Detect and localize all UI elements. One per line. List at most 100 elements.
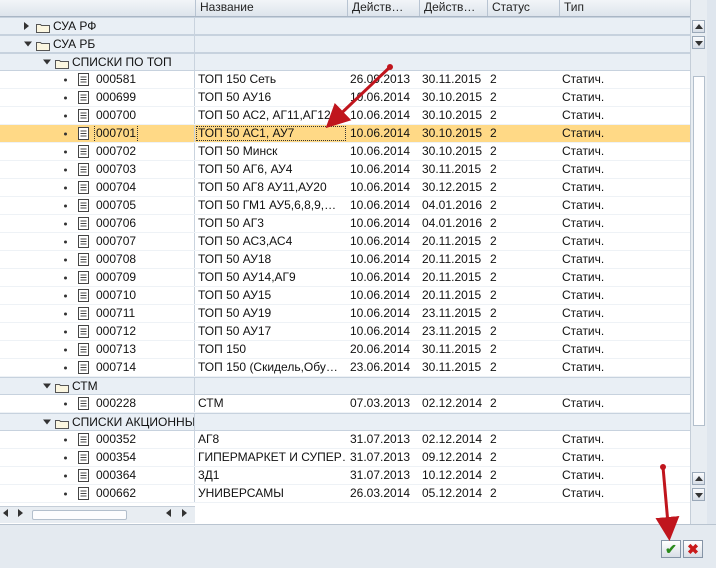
list-item[interactable]: 000709 ТОП 50 АУ14,АГ9 10.06.2014 20.11.201… [0,269,690,287]
valid-from: 10.06.2014 [350,234,411,248]
item-status: 2 [490,180,497,194]
scroll-left-end-icon[interactable] [166,509,171,517]
item-id[interactable]: 000707 [95,233,137,250]
item-id[interactable]: 000712 [95,323,137,340]
valid-from: 20.06.2014 [350,342,411,356]
scroll-up-button[interactable] [692,20,705,33]
list-item[interactable]: 000712 ТОП 50 АУ17 10.06.2014 23.11.2015 2 Ст… [0,323,690,341]
item-status: 2 [490,450,497,464]
scroll-left-icon[interactable] [3,509,8,517]
item-id[interactable]: 000704 [95,179,137,196]
list-item[interactable]: 000364 3Д1 31.07.2013 10.12.2014 2 Статич. [0,467,690,485]
column-header-valid-to[interactable]: Действ… [419,0,487,16]
item-id[interactable]: 000705 [95,197,137,214]
column-header-name[interactable]: Название [195,0,347,16]
bullet-icon [64,402,67,405]
item-id[interactable]: 000713 [95,341,137,358]
list-item[interactable]: 000354 ГИПЕРМАРКЕТ И СУПЕР… 31.07.2013 09.1… [0,449,690,467]
collapse-icon[interactable] [43,59,51,65]
bullet-icon [64,204,67,207]
item-id[interactable]: 000228 [95,395,137,412]
list-item[interactable]: 000710 ТОП 50 АУ15 10.06.2014 20.11.2015 2 Ст… [0,287,690,305]
list-item[interactable]: 000708 ТОП 50 АУ18 10.06.2014 20.11.2015 2 Ст… [0,251,690,269]
item-type: Статич. [562,342,605,356]
tree-cell: СПИСКИ ПО ТОП [0,54,195,70]
item-id[interactable]: 000354 [95,449,137,466]
valid-from: 10.06.2014 [350,180,411,194]
item-id[interactable]: 000702 [95,143,137,160]
item-status: 2 [490,486,497,500]
list-item[interactable]: 000705 ТОП 50 ГМ1 АУ5,6,8,9,… 10.06.2014 04… [0,197,690,215]
column-header-status[interactable]: Статус [487,0,559,16]
item-id[interactable]: 000352 [95,431,137,448]
bullet-icon [64,294,67,297]
item-id[interactable]: 000703 [95,161,137,178]
item-type: Статич. [562,144,605,158]
collapse-icon[interactable] [24,41,32,47]
folder-row-stm[interactable]: СТМ [0,377,690,395]
list-item[interactable]: 000706 ТОП 50 АГ3 10.06.2014 04.01.2016 2 Ста… [0,215,690,233]
item-id[interactable]: 000701 [93,125,139,142]
item-id[interactable]: 000711 [95,305,136,322]
scroll-down-button[interactable] [692,36,705,49]
valid-to: 04.01.2016 [422,198,483,212]
list-item[interactable]: 000707 ТОП 50 АС3,АС4 10.06.2014 20.11.2015… [0,233,690,251]
item-id[interactable]: 000709 [95,269,137,286]
folder-row-sua-rf[interactable]: СУА РФ [0,17,690,35]
expand-icon[interactable] [24,22,29,30]
item-id[interactable]: 000714 [95,359,137,376]
scroll-right-icon[interactable] [18,509,23,517]
item-name: ТОП 50 АУ14,АГ9 [198,270,296,284]
list-item[interactable]: 000714 ТОП 150 (Скидель,Обу… 23.06.2014 30.… [0,359,690,377]
confirm-button[interactable]: ✔ [661,540,681,558]
cancel-button[interactable]: ✖ [683,540,703,558]
list-item[interactable]: 000581 ТОП 150 Сеть 26.09.2013 30.11.2015 2 С… [0,71,690,89]
list-item[interactable]: 000713 ТОП 150 20.06.2014 30.11.2015 2 Статич… [0,341,690,359]
scroll-right-end-icon[interactable] [182,509,187,517]
document-icon [78,343,89,356]
folder-row-top-lists[interactable]: СПИСКИ ПО ТОП [0,53,690,71]
horizontal-scrollbar[interactable] [0,506,195,523]
bullet-icon [64,150,67,153]
list-item[interactable]: 000704 ТОП 50 АГ8 АУ11,АУ20 10.06.2014 30.1… [0,179,690,197]
tree-cell: 000709 [0,269,195,286]
vertical-scroll-thumb[interactable] [693,76,705,426]
vertical-scrollbar[interactable] [690,0,707,524]
horizontal-scroll-thumb[interactable] [32,510,127,520]
item-status: 2 [490,360,497,374]
item-id[interactable]: 000708 [95,251,137,268]
item-id[interactable]: 000710 [95,287,137,304]
valid-to: 30.11.2015 [422,360,482,374]
valid-to: 30.10.2015 [422,108,483,122]
list-item[interactable]: 000711 ТОП 50 АУ19 10.06.2014 23.11.2015 2 Ст… [0,305,690,323]
item-id[interactable]: 000706 [95,215,137,232]
item-id[interactable]: 000581 [95,71,137,88]
list-item[interactable]: 000228 СТМ 07.03.2013 02.12.2014 2 Статич. [0,395,690,413]
valid-to: 20.11.2015 [422,270,482,284]
item-id[interactable]: 000662 [95,485,137,502]
list-item[interactable]: 000700 ТОП 50 АС2, АГ11,АГ12 10.06.2014 30.… [0,107,690,125]
list-item[interactable]: 000352 АГ8 31.07.2013 02.12.2014 2 Статич. [0,431,690,449]
scroll-up-bottom-button[interactable] [692,472,705,485]
collapse-icon[interactable] [43,383,51,389]
folder-row-sua-rb[interactable]: СУА РБ [0,35,690,53]
list-item[interactable]: 000662 УНИВЕРСАМЫ 26.03.2014 05.12.2014 2 Ста… [0,485,690,503]
list-item[interactable]: 000702 ТОП 50 Минск 10.06.2014 30.10.2015 2 С… [0,143,690,161]
column-header-row: Название Действ… Действ… Статус Тип [0,0,690,17]
item-id[interactable]: 000699 [95,89,137,106]
list-item[interactable]: 000701 ТОП 50 АС1, АУ7 10.06.2014 30.10.201… [0,125,690,143]
item-status: 2 [490,198,497,212]
item-name: ТОП 50 АГ8 АУ11,АУ20 [198,180,327,194]
item-id[interactable]: 000364 [95,467,137,484]
column-header-valid-from[interactable]: Действ… [347,0,419,16]
list-item[interactable]: 000703 ТОП 50 АГ6, АУ4 10.06.2014 30.11.201… [0,161,690,179]
list-item[interactable]: 000699 ТОП 50 АУ16 10.06.2014 30.10.2015 2 Ст… [0,89,690,107]
column-header-tree[interactable] [0,0,195,16]
item-name: ТОП 50 АУ17 [198,324,272,338]
collapse-icon[interactable] [43,419,51,425]
folder-row-promo-lists[interactable]: СПИСКИ АКЦИОННЫ [0,413,690,431]
item-type: Статич. [562,468,605,482]
item-id[interactable]: 000700 [95,107,137,124]
scroll-down-bottom-button[interactable] [692,488,705,501]
column-header-type[interactable]: Тип [559,0,690,16]
